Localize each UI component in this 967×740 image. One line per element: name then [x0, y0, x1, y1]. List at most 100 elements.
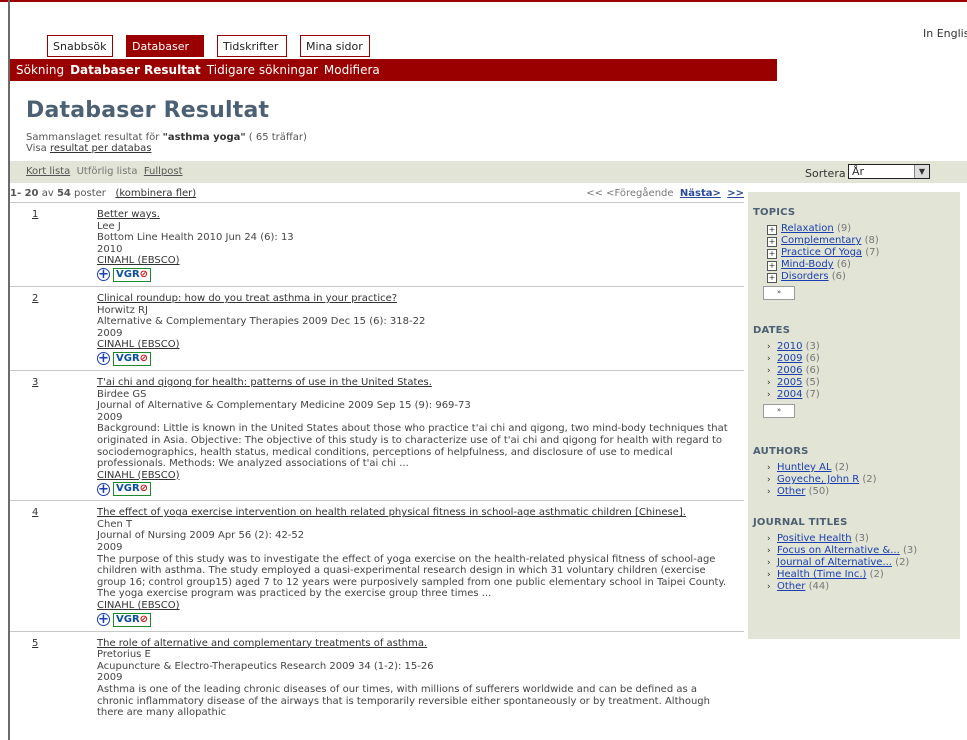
- chevron-right-icon: ›: [767, 366, 771, 376]
- expand-plus-icon[interactable]: +: [767, 249, 777, 259]
- facet-link[interactable]: Positive Health: [777, 533, 852, 544]
- facet-link[interactable]: Journal of Alternative...: [777, 557, 892, 568]
- vgr-link-button[interactable]: VGR⊘: [113, 351, 152, 366]
- chevron-right-icon: ›: [767, 546, 771, 556]
- facet-count: (3): [854, 533, 869, 544]
- facet-item: › 2004 (7): [767, 389, 820, 401]
- chevron-right-icon: ›: [767, 582, 771, 592]
- expand-plus-icon[interactable]: +: [767, 261, 777, 271]
- record-author: Pretorius E: [97, 649, 151, 661]
- sub-navigation: Sökning Databaser Resultat Tidigare söknin…: [10, 59, 777, 81]
- record-title-link[interactable]: The role of alternative and complementar…: [97, 638, 427, 649]
- record-number-link[interactable]: 2: [32, 293, 38, 304]
- vgr-link-button[interactable]: VGR⊘: [113, 612, 152, 627]
- chevron-right-icon: ›: [767, 570, 771, 580]
- facet-count: (44): [808, 581, 830, 592]
- page-title: Databaser Resultat: [26, 98, 270, 123]
- record-source-link[interactable]: CINAHL (EBSCO): [97, 600, 180, 611]
- language-link[interactable]: In English: [923, 27, 967, 40]
- expand-plus-icon[interactable]: +: [767, 237, 777, 247]
- facet-link[interactable]: Practice Of Yoga: [781, 247, 862, 258]
- subnav-databaser-resultat[interactable]: Databaser Resultat: [70, 63, 201, 77]
- add-plus-icon[interactable]: +: [97, 352, 110, 366]
- record-number-link[interactable]: 3: [32, 377, 38, 388]
- subnav-modifiera[interactable]: Modifiera: [324, 63, 380, 77]
- tab-databaser[interactable]: Databaser: [126, 35, 204, 57]
- result-record: 2 Clinical roundup: how do you treat ast…: [10, 285, 744, 370]
- full-record-link[interactable]: Fullpost: [144, 166, 183, 177]
- chevron-right-icon: ›: [767, 558, 771, 568]
- facet-link[interactable]: 2010: [777, 341, 802, 352]
- expand-plus-icon[interactable]: +: [767, 225, 777, 235]
- subnav-tidigare-sokningar[interactable]: Tidigare sökningar: [207, 63, 318, 77]
- per-database-link[interactable]: resultat per databas: [50, 143, 152, 154]
- record-author: Birdee GS: [97, 388, 147, 400]
- short-list-link[interactable]: Kort lista: [26, 166, 70, 177]
- facet-topics: TOPICS + Relaxation (9) + Complementary (8…: [753, 207, 879, 300]
- record-title-link[interactable]: Better ways.: [97, 209, 160, 220]
- sort-select[interactable]: År ▼: [848, 164, 930, 179]
- next-link[interactable]: Nästa>: [680, 188, 721, 199]
- vgr-label: VGR: [116, 483, 140, 495]
- add-plus-icon[interactable]: +: [97, 613, 110, 627]
- facet-count: (50): [808, 486, 830, 497]
- facet-link[interactable]: Other: [777, 581, 805, 592]
- record-number-link[interactable]: 1: [32, 209, 38, 220]
- record-abstract: The purpose of this study was to investi…: [97, 553, 727, 600]
- add-plus-icon[interactable]: +: [97, 268, 110, 282]
- detailed-list-label: Utförlig lista: [76, 166, 138, 177]
- record-abstract: Background: Little is known in the Unite…: [97, 423, 728, 470]
- record-title-link[interactable]: T'ai chi and qigong for health: patterns…: [97, 377, 432, 388]
- tab-tidskrifter[interactable]: Tidskrifter: [217, 35, 287, 57]
- prev-link[interactable]: << <Föregående: [586, 188, 673, 199]
- facet-link[interactable]: Relaxation: [781, 223, 834, 234]
- record-abstract: Asthma is one of the leading chronic dis…: [97, 684, 710, 719]
- top-border: [0, 0, 967, 2]
- record-journal: Journal of Alternative & Complementary M…: [97, 400, 471, 412]
- facet-link[interactable]: 2009: [777, 353, 802, 364]
- facet-link[interactable]: Mind-Body: [781, 259, 834, 270]
- facet-link[interactable]: Health (Time Inc.): [777, 569, 866, 580]
- tab-mina-sidor[interactable]: Mina sidor: [300, 35, 370, 57]
- expand-plus-icon[interactable]: +: [767, 273, 777, 283]
- facet-link[interactable]: Goyeche, John R: [777, 474, 859, 485]
- record-title-link[interactable]: The effect of yoga exercise intervention…: [97, 507, 686, 518]
- facet-count: (6): [831, 271, 846, 282]
- posts-label: poster: [74, 188, 106, 199]
- show-more-button[interactable]: »: [763, 404, 795, 418]
- facet-link[interactable]: Complementary: [781, 235, 861, 246]
- subnav-sokning[interactable]: Sökning: [16, 63, 64, 77]
- result-summary: Sammanslaget resultat för "asthma yoga" …: [26, 132, 967, 154]
- vgr-link-button[interactable]: VGR⊘: [113, 267, 152, 282]
- facet-item: › Positive Health (3): [767, 533, 917, 545]
- record-year: 2010: [97, 243, 123, 255]
- facet-link[interactable]: Other: [777, 486, 805, 497]
- last-page-link[interactable]: >>: [727, 188, 744, 199]
- record-number-link[interactable]: 4: [32, 507, 38, 518]
- record-source-link[interactable]: CINAHL (EBSCO): [97, 339, 180, 350]
- add-plus-icon[interactable]: +: [97, 482, 110, 496]
- facet-link[interactable]: Focus on Alternative &...: [777, 545, 900, 556]
- facet-item: › 2010 (3): [767, 341, 820, 353]
- total-count: 54: [56, 188, 71, 199]
- chevron-right-icon: ›: [767, 475, 771, 485]
- facet-dates: DATES › 2010 (3) › 2009 (6) › 2006 (6) › 200…: [753, 325, 820, 418]
- facet-link[interactable]: 2005: [777, 377, 802, 388]
- dropdown-arrow-icon[interactable]: ▼: [914, 165, 929, 178]
- facet-link[interactable]: Disorders: [781, 271, 829, 282]
- combine-link[interactable]: (kombinera fler): [115, 188, 196, 199]
- record-title-link[interactable]: Clinical roundup: how do you treat asthm…: [97, 293, 397, 304]
- record-author: Chen T: [97, 518, 133, 530]
- record-source-link[interactable]: CINAHL (EBSCO): [97, 255, 180, 266]
- vgr-link-button[interactable]: VGR⊘: [113, 482, 152, 497]
- tab-snabbsok[interactable]: Snabbsök: [47, 35, 113, 57]
- facet-link[interactable]: 2006: [777, 365, 802, 376]
- facet-sidebar: TOPICS + Relaxation (9) + Complementary (8…: [748, 192, 960, 639]
- show-more-button[interactable]: »: [763, 286, 795, 300]
- result-record: 3 T'ai chi and qigong for health: patter…: [10, 369, 744, 500]
- record-source-link[interactable]: CINAHL (EBSCO): [97, 470, 180, 481]
- record-number-link[interactable]: 5: [32, 638, 38, 649]
- facet-link[interactable]: Huntley AL: [777, 462, 832, 473]
- results-list: 1 Better ways. Lee J Bottom Line Health …: [10, 202, 744, 722]
- facet-link[interactable]: 2004: [777, 389, 802, 400]
